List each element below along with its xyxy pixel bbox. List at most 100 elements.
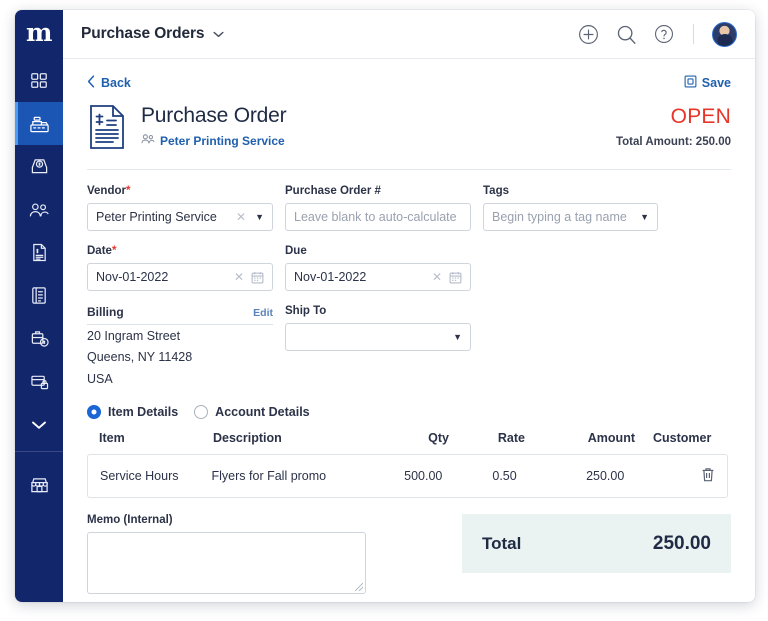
page-title-dropdown-icon[interactable]: [213, 31, 224, 38]
po-number-field-group: Purchase Order # Leave blank to auto-cal…: [285, 185, 471, 231]
topbar: Purchase Orders: [63, 10, 755, 59]
radio-account-details[interactable]: Account Details: [194, 405, 310, 420]
memo-textarea[interactable]: [87, 532, 366, 595]
column-header-rate: Rate: [497, 431, 525, 446]
vendor-field-group: Vendor* Peter Printing Service ✕ ▼: [87, 185, 273, 231]
sidebar-divider: [15, 451, 63, 452]
cell-item: Service Hours: [100, 469, 179, 484]
plus-circle-icon[interactable]: [577, 23, 599, 45]
date-label-text: Date: [87, 245, 112, 257]
save-label: Save: [701, 76, 731, 90]
save-button[interactable]: Save: [684, 75, 731, 91]
caret-down-icon[interactable]: ▼: [253, 212, 264, 222]
column-header-description: Description: [213, 431, 282, 446]
vendor-label: Vendor*: [87, 185, 273, 197]
app-logo[interactable]: m: [15, 10, 63, 59]
line-items-table: Item Description Qty Rate Amount Custome…: [87, 431, 728, 499]
tags-select[interactable]: Begin typing a tag name ▼: [483, 203, 658, 231]
chevron-left-icon: [87, 75, 95, 91]
column-header-item: Item: [99, 431, 125, 446]
sidebar-item-sales[interactable]: [15, 102, 63, 145]
sidebar-item-contacts[interactable]: [15, 188, 63, 231]
due-label: Due: [285, 245, 307, 257]
po-number-placeholder: Leave blank to auto-calculate: [294, 210, 457, 224]
back-button[interactable]: Back: [87, 75, 131, 91]
app-window: m Purchase Orders Back Save Purchase Ord…: [15, 10, 755, 602]
total-panel: Total 250.00: [462, 514, 731, 574]
sidebar-item-more[interactable]: [15, 403, 63, 446]
tags-placeholder: Begin typing a tag name: [492, 210, 627, 224]
sidebar-item-dashboard[interactable]: [15, 59, 63, 102]
sidebar-item-banking[interactable]: [15, 360, 63, 403]
radio-item-details[interactable]: Item Details: [87, 405, 179, 420]
date-input[interactable]: Nov-01-2022 ✕: [87, 263, 273, 291]
sidebar-item-reports[interactable]: [15, 274, 63, 317]
people-icon: [141, 133, 155, 148]
sidebar-item-invoices[interactable]: [15, 231, 63, 274]
vendor-select[interactable]: Peter Printing Service ✕ ▼: [87, 203, 273, 231]
document-titles: Purchase Order Peter Printing Service: [141, 102, 287, 148]
delete-row-button[interactable]: [701, 467, 715, 486]
main-area: Purchase Orders Back Save Purchase Order…: [63, 10, 755, 602]
billing-edit-link[interactable]: Edit: [253, 307, 273, 319]
question-circle-icon[interactable]: [653, 23, 675, 45]
due-input[interactable]: Nov-01-2022 ✕: [285, 263, 471, 291]
due-field-group: Due Nov-01-2022 ✕: [285, 245, 471, 291]
store-icon: [30, 476, 49, 494]
document-status-block: OPEN Total Amount: 250.00: [616, 102, 731, 148]
sidebar-item-expenses[interactable]: [15, 145, 63, 188]
document-vendor[interactable]: Peter Printing Service: [141, 133, 286, 148]
billing-header: Billing Edit: [87, 305, 273, 325]
billing-group: Billing Edit 20 Ingram Street Queens, NY…: [87, 305, 273, 389]
close-icon[interactable]: ✕: [231, 271, 251, 283]
document-header: Purchase Order Peter Printing Service OP…: [87, 102, 731, 170]
cash-register-icon: [29, 114, 50, 134]
column-header-actions: [713, 431, 716, 445]
topbar-actions: [577, 21, 737, 47]
column-header-customer: Customer: [653, 431, 712, 446]
sidebar-item-marketplace[interactable]: [15, 463, 63, 506]
total-label: Total: [482, 533, 522, 553]
card-lock-icon: [30, 373, 49, 390]
cell-description: Flyers for Fall promo: [211, 469, 327, 484]
column-header-qty: Qty: [428, 431, 449, 446]
chevron-down-icon: [31, 420, 47, 430]
close-icon[interactable]: ✕: [429, 271, 449, 283]
memo-label: Memo (Internal): [87, 514, 173, 527]
ship-to-select[interactable]: ▼: [285, 323, 471, 351]
vendor-name-link: Peter Printing Service: [160, 133, 285, 148]
topbar-divider: [693, 24, 694, 44]
page-title: Purchase Orders: [81, 25, 205, 42]
date-label: Date*: [87, 245, 273, 257]
radio-item-details-label: Item Details: [108, 405, 179, 420]
form-row-2: Date* Nov-01-2022 ✕ Due Nov-01-2022 ✕: [87, 245, 731, 291]
search-icon[interactable]: [615, 23, 637, 45]
vendor-value: Peter Printing Service: [96, 210, 217, 224]
status-badge: OPEN: [670, 105, 731, 128]
ship-to-group: Ship To ▼: [285, 305, 471, 389]
caret-down-icon[interactable]: ▼: [451, 332, 462, 342]
close-icon[interactable]: ✕: [233, 211, 253, 223]
cell-amount: 250.00: [586, 469, 625, 484]
people-icon: [29, 201, 49, 219]
caret-down-icon[interactable]: ▼: [638, 212, 649, 222]
calendar-icon[interactable]: [251, 271, 264, 284]
po-number-input[interactable]: Leave blank to auto-calculate: [285, 203, 471, 231]
calendar-icon[interactable]: [449, 271, 462, 284]
required-marker: *: [125, 185, 131, 197]
memo-group: Memo (Internal): [87, 514, 366, 595]
total-amount-label: Total Amount: 250.00: [615, 136, 731, 148]
table-row[interactable]: Service Hours Flyers for Fall promo 500.…: [87, 454, 728, 499]
briefcase-dollar-icon: [30, 329, 49, 348]
grid-icon: [30, 72, 48, 90]
ship-to-label: Ship To: [285, 305, 327, 317]
avatar[interactable]: [712, 21, 737, 47]
sidebar-item-payroll[interactable]: [15, 317, 63, 360]
date-field-group: Date* Nov-01-2022 ✕: [87, 245, 273, 291]
billing-label: Billing: [87, 305, 124, 319]
document-dollar-icon: [31, 243, 48, 262]
vendor-label-text: Vendor: [87, 185, 126, 197]
save-disk-icon: [684, 75, 697, 91]
money-inbox-icon: [30, 157, 49, 176]
cell-qty: 500.00: [404, 469, 443, 484]
